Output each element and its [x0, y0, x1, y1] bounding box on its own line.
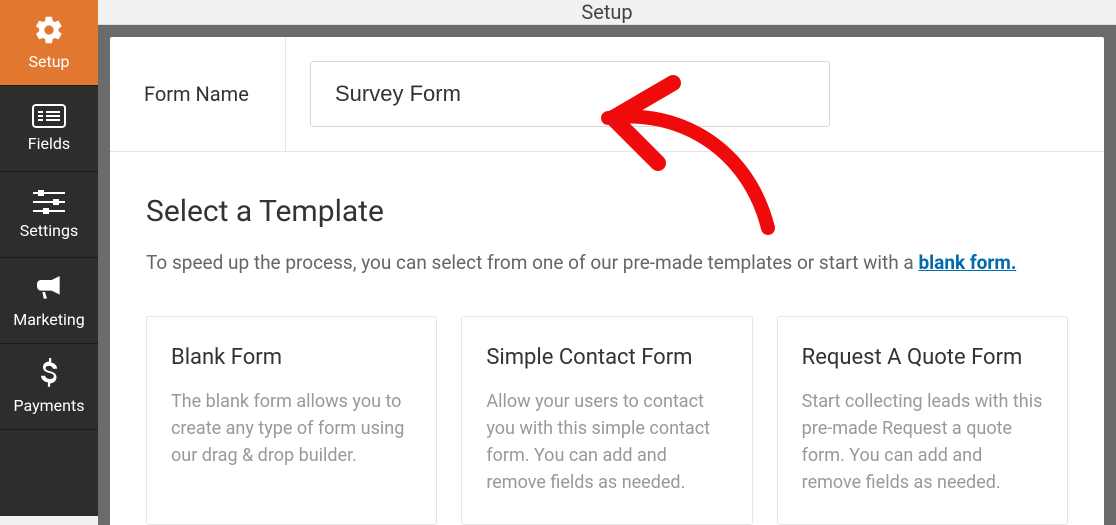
topbar: Setup [98, 0, 1116, 25]
form-name-row: Form Name [110, 37, 1104, 152]
content-shell: Form Name Select a Template To speed up … [98, 25, 1116, 525]
sidebar-item-label: Setup [28, 52, 69, 71]
gear-icon [33, 14, 65, 46]
page-title: Setup [581, 0, 632, 24]
form-name-input-cell [286, 37, 1104, 151]
template-card-title: Blank Form [171, 345, 412, 370]
template-section: Select a Template To speed up the proces… [110, 152, 1104, 525]
template-cards: Blank Form The blank form allows you to … [146, 316, 1068, 525]
template-card-simple-contact[interactable]: Simple Contact Form Allow your users to … [461, 316, 752, 525]
sidebar-item-label: Fields [28, 134, 70, 153]
template-card-desc: The blank form allows you to create any … [171, 388, 412, 469]
sidebar-item-marketing[interactable]: Marketing [0, 258, 98, 344]
sidebar: Setup Fields Settings Marketing [0, 0, 98, 516]
template-card-desc: Allow your users to contact you with thi… [486, 388, 727, 496]
template-card-title: Request A Quote Form [802, 345, 1043, 370]
sidebar-item-label: Settings [20, 221, 78, 240]
main: Setup Form Name Select a Template To spe… [98, 0, 1116, 516]
blank-form-link[interactable]: blank form. [918, 251, 1016, 274]
sidebar-item-label: Marketing [13, 310, 84, 329]
dollar-icon [39, 358, 59, 390]
form-name-label: Form Name [144, 82, 249, 106]
template-card-blank-form[interactable]: Blank Form The blank form allows you to … [146, 316, 437, 525]
content: Form Name Select a Template To speed up … [110, 37, 1104, 525]
template-subtext-prefix: To speed up the process, you can select … [146, 251, 918, 274]
template-card-title: Simple Contact Form [486, 345, 727, 370]
form-name-label-cell: Form Name [110, 37, 286, 151]
template-card-request-quote[interactable]: Request A Quote Form Start collecting le… [777, 316, 1068, 525]
sidebar-item-payments[interactable]: Payments [0, 344, 98, 430]
form-name-input[interactable] [310, 61, 830, 127]
template-subtext: To speed up the process, you can select … [146, 251, 1068, 274]
sidebar-item-fields[interactable]: Fields [0, 86, 98, 172]
sliders-icon [33, 189, 65, 215]
template-card-desc: Start collecting leads with this pre-mad… [802, 388, 1043, 496]
bullhorn-icon [33, 272, 65, 304]
sidebar-item-setup[interactable]: Setup [0, 0, 98, 86]
sidebar-item-settings[interactable]: Settings [0, 172, 98, 258]
list-icon [32, 104, 66, 128]
sidebar-item-label: Payments [13, 396, 84, 415]
template-heading: Select a Template [146, 194, 1068, 229]
